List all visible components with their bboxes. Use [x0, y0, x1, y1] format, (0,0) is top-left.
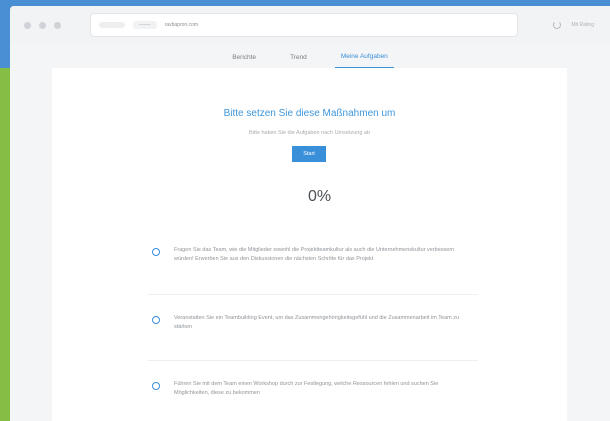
task-item[interactable]: Führen Sie mit dem Team einen Workshop d…	[152, 380, 462, 398]
toolbar-right-label[interactable]: Mit Rating	[571, 22, 594, 28]
browser-window: ------- ravbapron.com Mit Rating Bericht…	[10, 6, 610, 421]
task-item[interactable]: Veranstalten Sie ein Teambuilding Event,…	[152, 314, 462, 332]
task-checkbox[interactable]	[152, 316, 160, 324]
page-title: Bitte setzen Sie diese Maßnahmen um	[223, 108, 396, 119]
task-divider	[148, 360, 478, 361]
tab-meine-aufgaben[interactable]: Meine Aufgaben	[334, 53, 394, 68]
window-controls	[24, 21, 61, 29]
window-close-dot[interactable]	[24, 21, 31, 29]
task-text: Fragen Sie das Team, wie die Mitglieder …	[174, 247, 455, 262]
tab-berichte[interactable]: Berichte	[226, 54, 262, 68]
task-checkbox[interactable]	[152, 248, 160, 256]
window-minimize-dot[interactable]	[39, 21, 46, 29]
tab-trend[interactable]: Trend	[284, 54, 313, 68]
refresh-icon[interactable]	[553, 21, 562, 29]
tab-bar: Berichte Trend Meine Aufgaben	[10, 44, 610, 68]
task-item[interactable]: Fragen Sie das Team, wie die Mitglieder …	[152, 246, 462, 264]
url-placeholder-segment	[99, 22, 125, 28]
url-chip: -------	[133, 21, 157, 29]
task-text: Veranstalten Sie ein Teambuilding Event,…	[174, 315, 460, 330]
task-divider	[148, 294, 478, 295]
window-maximize-dot[interactable]	[54, 21, 61, 29]
address-bar[interactable]: ------- ravbapron.com	[91, 14, 517, 36]
start-button[interactable]: Start	[292, 146, 326, 162]
tasks-panel: Bitte setzen Sie diese Maßnahmen um Bitt…	[52, 68, 567, 421]
task-text: Führen Sie mit dem Team einen Workshop d…	[174, 381, 439, 396]
progress-percent: 0%	[307, 188, 332, 205]
browser-toolbar: ------- ravbapron.com Mit Rating	[10, 6, 610, 44]
task-checkbox[interactable]	[152, 382, 160, 390]
page-subtitle: Bitte haken Sie die Aufgaben nach Umsetz…	[248, 130, 371, 136]
url-text: ravbapron.com	[164, 22, 199, 28]
